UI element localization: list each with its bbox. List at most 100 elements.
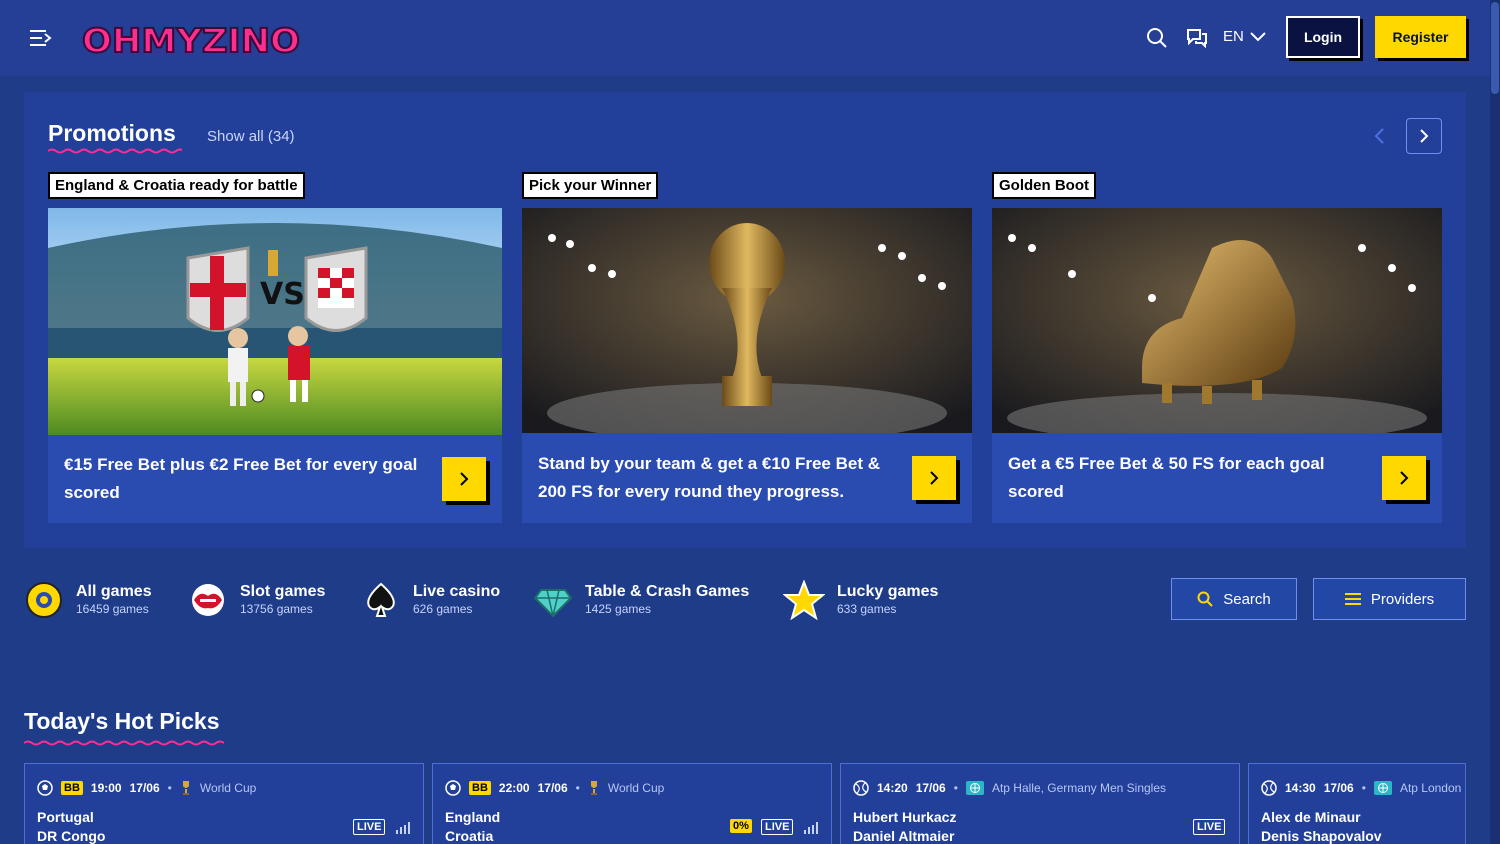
category-name: Slot games (240, 583, 326, 600)
team-home: Portugal (37, 809, 94, 825)
match-date: 17/06 (915, 781, 946, 795)
search-icon (1197, 591, 1213, 607)
category-all-games[interactable]: All games 16459 games (24, 580, 152, 620)
language-label: EN (1223, 28, 1244, 45)
stats-icon[interactable] (396, 822, 410, 834)
register-button[interactable]: Register (1375, 16, 1466, 58)
promo-card-image[interactable] (992, 208, 1442, 433)
promo-card-tag: England & Croatia ready for battle (48, 172, 305, 199)
boost-badge: 0% (730, 819, 752, 833)
stats-icon[interactable] (804, 822, 818, 834)
match-time: 22:00 (498, 781, 530, 795)
promo-card-text: €15 Free Bet plus €2 Free Bet for every … (64, 455, 418, 502)
svg-text:OHMYZINO: OHMYZINO (82, 21, 300, 60)
promo-card-image[interactable] (522, 208, 972, 433)
team-home: Alex de Minaur (1261, 809, 1361, 825)
globe-icon (965, 781, 984, 795)
match-time: 19:00 (90, 781, 122, 795)
match-meta: 14:20 17/06 • Atp Halle, Germany Men Sin… (853, 780, 1166, 796)
carousel-prev-icon[interactable] (1370, 126, 1390, 146)
promo-card-go-button[interactable] (912, 456, 956, 500)
menu-icon[interactable] (30, 28, 52, 48)
promo-card-go-button[interactable] (1382, 456, 1426, 500)
chevron-down-icon (1250, 31, 1266, 41)
promo-card-tag: Golden Boot (992, 172, 1096, 199)
live-badge: LIVE (761, 819, 794, 835)
match-meta: BB 22:00 17/06 • World Cup (445, 780, 664, 796)
team-away: DR Congo (37, 828, 106, 844)
brand-logo[interactable]: OHMYZINO (80, 20, 302, 60)
category-live-casino[interactable]: Live casino 626 games (361, 580, 500, 620)
promo-card-body: Get a €5 Free Bet & 50 FS for each goal … (992, 433, 1442, 523)
hot-pick-card[interactable]: 14:30 17/06 • Atp London Alex de Minaur … (1248, 763, 1466, 844)
title-underline (48, 148, 182, 154)
chevron-right-icon (1400, 471, 1409, 485)
category-name: Lucky games (837, 583, 939, 600)
promo-card-body: Stand by your team & get a €10 Free Bet … (522, 433, 972, 523)
login-button[interactable]: Login (1286, 16, 1360, 58)
category-lucky-games[interactable]: Lucky games 633 games (783, 580, 938, 620)
team-home: Hubert Hurkacz (853, 809, 957, 825)
football-icon (37, 780, 53, 796)
team-away: Daniel Altmaier (853, 828, 955, 844)
bet-builder-badge: BB (469, 781, 491, 795)
category-table-crash-games[interactable]: Table & Crash Games 1425 games (533, 580, 749, 620)
live-badge: LIVE (353, 819, 386, 835)
live-badge: LIVE (1193, 819, 1226, 835)
category-name: All games (76, 583, 152, 600)
match-time: 14:30 (1285, 781, 1316, 795)
bet-builder-badge: BB (61, 781, 83, 795)
chat-icon[interactable] (1185, 27, 1209, 49)
promo-card-body: €15 Free Bet plus €2 Free Bet for every … (48, 435, 502, 523)
category-count: 626 games (413, 602, 473, 616)
promo-card-tag: Pick your Winner (522, 172, 659, 199)
league-name: Atp Halle, Germany Men Singles (991, 781, 1167, 795)
league-name: World Cup (607, 781, 665, 795)
scrollbar-thumb[interactable] (1491, 2, 1499, 94)
trophy-icon (182, 781, 189, 795)
hot-pick-card[interactable]: BB 22:00 17/06 • World Cup England Croat… (432, 763, 832, 844)
match-meta: 14:30 17/06 • Atp London (1261, 780, 1461, 796)
tennis-icon (1261, 780, 1277, 796)
chevron-right-icon (930, 471, 939, 485)
match-date: 17/06 (537, 781, 568, 795)
carousel-next-button[interactable] (1406, 118, 1442, 154)
list-icon (1344, 593, 1361, 605)
title-underline (24, 740, 224, 746)
match-meta: BB 19:00 17/06 • World Cup (37, 780, 256, 796)
search-label: Search (1223, 590, 1271, 608)
football-icon (445, 780, 461, 796)
promotions-title: Promotions (48, 120, 176, 146)
lips-icon (192, 584, 224, 616)
coin-icon (26, 582, 62, 618)
match-date: 17/06 (1323, 781, 1354, 795)
show-all-promotions-link[interactable]: Show all (34) (207, 128, 295, 145)
games-search-button[interactable]: Search (1171, 578, 1297, 620)
category-name: Table & Crash Games (585, 583, 750, 600)
promo-card-text: Stand by your team & get a €10 Free Bet … (538, 454, 880, 501)
chevron-right-icon (460, 472, 469, 486)
providers-button[interactable]: Providers (1313, 578, 1466, 620)
golden-boot-image (992, 208, 1442, 433)
providers-label: Providers (1370, 590, 1435, 608)
language-selector[interactable]: EN (1223, 28, 1266, 45)
spade-icon (367, 582, 395, 617)
promo-card-go-button[interactable] (442, 457, 486, 501)
search-icon[interactable] (1146, 27, 1168, 49)
svg-text:VS: VS (260, 277, 305, 312)
league-name: World Cup (199, 781, 257, 795)
match-date: 17/06 (129, 781, 160, 795)
hot-pick-card[interactable]: 14:20 17/06 • Atp Halle, Germany Men Sin… (840, 763, 1240, 844)
category-count: 16459 games (76, 602, 149, 616)
category-count: 13756 games (240, 602, 313, 616)
globe-icon (1373, 781, 1392, 795)
chevron-right-icon (1420, 129, 1429, 143)
stadium-image: VS (48, 208, 502, 435)
category-count: 1425 games (585, 602, 652, 616)
promo-card-image[interactable]: VS (48, 208, 502, 435)
category-slot-games[interactable]: Slot games 13756 games (188, 580, 325, 620)
hot-pick-card[interactable]: BB 19:00 17/06 • World Cup Portugal DR C… (24, 763, 424, 844)
hot-picks-title: Today's Hot Picks (24, 708, 220, 734)
category-name: Live casino (413, 583, 501, 600)
page-scrollbar[interactable] (1490, 0, 1500, 844)
